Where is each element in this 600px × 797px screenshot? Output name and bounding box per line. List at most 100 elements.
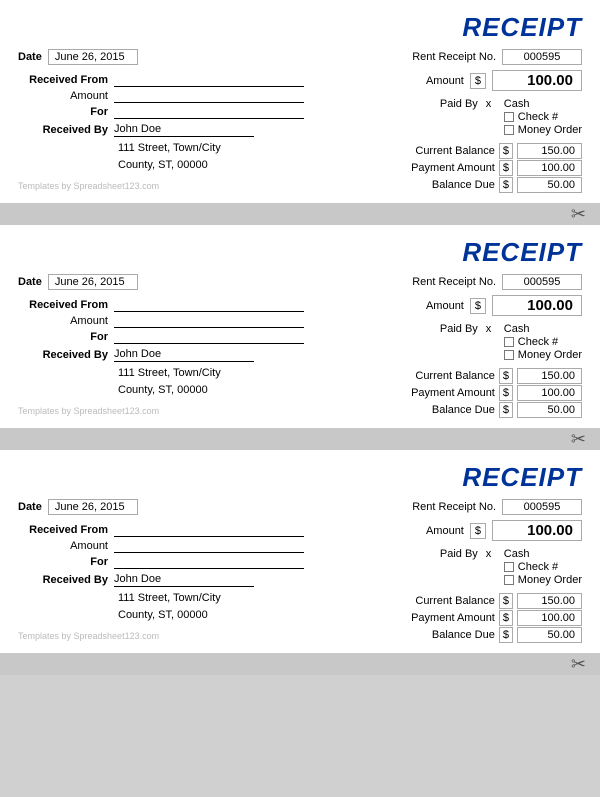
receipt-3: RECEIPT Date June 26, 2015 Received From… [0,450,600,653]
money-order-option-2: Money Order [504,349,582,361]
current-balance-label-2: Current Balance [385,370,495,382]
received-by-value-1: John Doe [114,123,254,137]
right-panel-1: Rent Receipt No. 000595 Amount $ 100.00 … [318,49,582,193]
watermark-3: Templates by Spreadsheet123.com [18,631,308,641]
current-balance-value-3: 150.00 [517,593,582,609]
date-label-3: Date [18,501,42,513]
for-line-2 [114,330,304,344]
amount-dollar-2: $ [470,298,486,314]
date-value-3: June 26, 2015 [48,499,138,515]
amount-label-1: Amount [426,75,464,87]
amount-sub-label-1: Amount [18,90,108,102]
balance-due-row-3: Balance Due $ 50.00 [385,627,582,643]
payment-amount-row-2: Payment Amount $ 100.00 [385,385,582,401]
payment-amount-dollar-1: $ [499,160,513,176]
address-line2-2: County, ST, 00000 [118,382,308,399]
address-line1-3: 111 Street, Town/City [118,590,308,607]
left-panel-2: Date June 26, 2015 Received From Amount … [18,274,318,418]
amount-value-1: 100.00 [492,70,582,91]
paid-by-options-3: Cash Check # Money Order [504,548,582,586]
amount-sub-row-2: Amount [18,314,308,328]
money-order-label-1: Money Order [518,124,582,136]
receipt-no-value-2: 000595 [502,274,582,290]
amount-sub-line-2 [114,314,304,328]
current-balance-value-2: 150.00 [517,368,582,384]
amount-label-2: Amount [426,300,464,312]
paid-by-x-1: x [486,98,496,110]
for-row-1: For [18,105,308,119]
money-order-checkbox-1 [504,125,514,135]
amount-sub-row-1: Amount [18,89,308,103]
money-order-label-2: Money Order [518,349,582,361]
received-from-line-2 [114,298,304,312]
check-checkbox-2 [504,337,514,347]
balance-due-row-2: Balance Due $ 50.00 [385,402,582,418]
amount-dollar-1: $ [470,73,486,89]
check-label-2: Check # [518,336,558,348]
received-from-row-2: Received From [18,298,308,312]
amount-row-1: Amount $ 100.00 [426,70,582,91]
received-by-row-3: Received By John Doe [18,573,308,587]
receipt-no-row-1: Rent Receipt No. 000595 [412,49,582,65]
current-balance-dollar-2: $ [499,368,513,384]
received-from-label-2: Received From [18,299,108,311]
received-by-label-2: Received By [18,349,108,361]
cash-option-1: Cash [504,98,582,110]
address-block-3: 111 Street, Town/City County, ST, 00000 [118,590,308,623]
amount-sub-row-3: Amount [18,539,308,553]
receipt-no-row-3: Rent Receipt No. 000595 [412,499,582,515]
scissors-icon-1: ✂ [571,204,586,225]
address-line2-1: County, ST, 00000 [118,157,308,174]
paid-by-options-2: Cash Check # Money Order [504,323,582,361]
summary-section-3: Current Balance $ 150.00 Payment Amount … [385,593,582,643]
current-balance-label-3: Current Balance [385,595,495,607]
receipt-no-label-1: Rent Receipt No. [412,51,496,63]
date-value-1: June 26, 2015 [48,49,138,65]
payment-amount-label-2: Payment Amount [385,387,495,399]
paid-by-label-2: Paid By [418,323,478,335]
payment-amount-row-3: Payment Amount $ 100.00 [385,610,582,626]
right-panel-3: Rent Receipt No. 000595 Amount $ 100.00 … [318,499,582,643]
check-option-1: Check # [504,111,582,123]
current-balance-dollar-1: $ [499,143,513,159]
scissors-divider-1: ✂ [0,203,600,225]
scissors-icon-3: ✂ [571,654,586,675]
amount-row-3: Amount $ 100.00 [426,520,582,541]
paid-by-options-1: Cash Check # Money Order [504,98,582,136]
check-option-2: Check # [504,336,582,348]
scissors-icon-2: ✂ [571,429,586,450]
for-line-3 [114,555,304,569]
amount-value-2: 100.00 [492,295,582,316]
address-line2-3: County, ST, 00000 [118,607,308,624]
receipt-no-label-2: Rent Receipt No. [412,276,496,288]
date-row-1: Date June 26, 2015 [18,49,308,65]
date-row-3: Date June 26, 2015 [18,499,308,515]
balance-due-dollar-1: $ [499,177,513,193]
receipt-title-3: RECEIPT [18,462,582,493]
check-option-3: Check # [504,561,582,573]
address-block-1: 111 Street, Town/City County, ST, 00000 [118,140,308,173]
payment-amount-label-1: Payment Amount [385,162,495,174]
date-label-2: Date [18,276,42,288]
receipt-title-1: RECEIPT [18,12,582,43]
receipt-2: RECEIPT Date June 26, 2015 Received From… [0,225,600,428]
address-line1-2: 111 Street, Town/City [118,365,308,382]
paid-by-x-3: x [486,548,496,560]
receipt-title-2: RECEIPT [18,237,582,268]
payment-amount-value-2: 100.00 [517,385,582,401]
balance-due-label-2: Balance Due [385,404,495,416]
left-panel-3: Date June 26, 2015 Received From Amount … [18,499,318,643]
receipt-no-value-1: 000595 [502,49,582,65]
amount-label-3: Amount [426,525,464,537]
check-checkbox-3 [504,562,514,572]
cash-label-3: Cash [504,548,530,560]
date-label-1: Date [18,51,42,63]
received-by-row-2: Received By John Doe [18,348,308,362]
paid-by-section-2: Paid By x Cash Check # Money Order [418,323,582,361]
balance-due-row-1: Balance Due $ 50.00 [385,177,582,193]
summary-section-1: Current Balance $ 150.00 Payment Amount … [385,143,582,193]
money-order-option-3: Money Order [504,574,582,586]
received-by-label-3: Received By [18,574,108,586]
paid-by-section-1: Paid By x Cash Check # Money Order [418,98,582,136]
current-balance-dollar-3: $ [499,593,513,609]
